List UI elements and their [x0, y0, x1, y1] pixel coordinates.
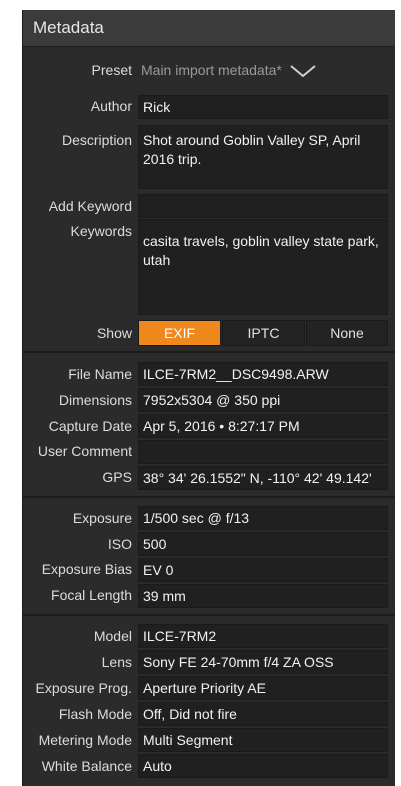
- focal-length-label: Focal Length: [51, 587, 132, 603]
- preset-label: Preset: [91, 62, 132, 78]
- preset-dropdown[interactable]: Main import metadata*: [141, 62, 316, 78]
- file-name-label: File Name: [68, 366, 132, 382]
- metadata-panel: Metadata Preset Main import metadata* Au…: [22, 10, 395, 786]
- section-divider: [23, 496, 395, 498]
- iso-label: ISO: [107, 536, 132, 552]
- exposure-bias-label: Exposure Bias: [41, 561, 132, 577]
- dimensions-value: 7952x5304 @ 350 ppi: [138, 388, 388, 412]
- exposure-bias-value: EV 0: [138, 558, 388, 582]
- user-comment-label: User Comment: [37, 443, 132, 459]
- description-label: Description: [61, 132, 132, 148]
- metering-mode-label: Metering Mode: [38, 732, 132, 748]
- focal-length-value: 39 mm: [138, 584, 388, 608]
- chevron-down-icon: [290, 65, 316, 78]
- exposure-label: Exposure: [72, 510, 132, 526]
- white-balance-value: Auto: [138, 754, 388, 778]
- show-none-button[interactable]: None: [306, 320, 388, 346]
- description-field[interactable]: Shot around Goblin Valley SP, April 2016…: [138, 125, 388, 189]
- iso-value: 500: [138, 532, 388, 556]
- author-field[interactable]: Rick: [138, 95, 388, 119]
- lens-value: Sony FE 24-70mm f/4 ZA OSS: [138, 650, 388, 674]
- metering-mode-value: Multi Segment: [138, 728, 388, 752]
- section-divider: [23, 614, 395, 616]
- white-balance-label: White Balance: [41, 758, 132, 774]
- section-divider: [23, 351, 395, 353]
- model-value: ILCE-7RM2: [138, 624, 388, 648]
- model-label: Model: [93, 628, 132, 644]
- exposure-value: 1/500 sec @ f/13: [138, 506, 388, 530]
- user-comment-field[interactable]: [138, 440, 388, 464]
- keywords-label: Keywords: [70, 223, 132, 239]
- exposure-prog-value: Aperture Priority AE: [138, 676, 388, 700]
- capture-date-value: Apr 5, 2016 • 8:27:17 PM: [138, 414, 388, 438]
- dimensions-label: Dimensions: [58, 392, 132, 408]
- flash-mode-label: Flash Mode: [58, 706, 132, 722]
- show-label: Show: [96, 325, 132, 341]
- exposure-prog-label: Exposure Prog.: [35, 680, 133, 696]
- gps-label: GPS: [102, 469, 132, 485]
- preset-value: Main import metadata*: [141, 62, 282, 78]
- keywords-field[interactable]: casita travels, goblin valley state park…: [138, 219, 388, 315]
- capture-date-label: Capture Date: [48, 418, 132, 434]
- file-name-value: ILCE-7RM2__DSC9498.ARW: [138, 362, 388, 386]
- gps-value: 38° 34' 26.1552" N, -110° 42' 49.142': [138, 466, 388, 490]
- flash-mode-value: Off, Did not fire: [138, 702, 388, 726]
- lens-label: Lens: [101, 654, 132, 670]
- show-exif-button[interactable]: EXIF: [138, 320, 221, 346]
- add-keyword-label: Add Keyword: [48, 198, 132, 214]
- show-iptc-button[interactable]: IPTC: [222, 320, 305, 346]
- author-label: Author: [90, 98, 132, 114]
- panel-header[interactable]: Metadata: [23, 10, 395, 47]
- panel-title: Metadata: [33, 18, 104, 37]
- add-keyword-input[interactable]: [138, 194, 388, 218]
